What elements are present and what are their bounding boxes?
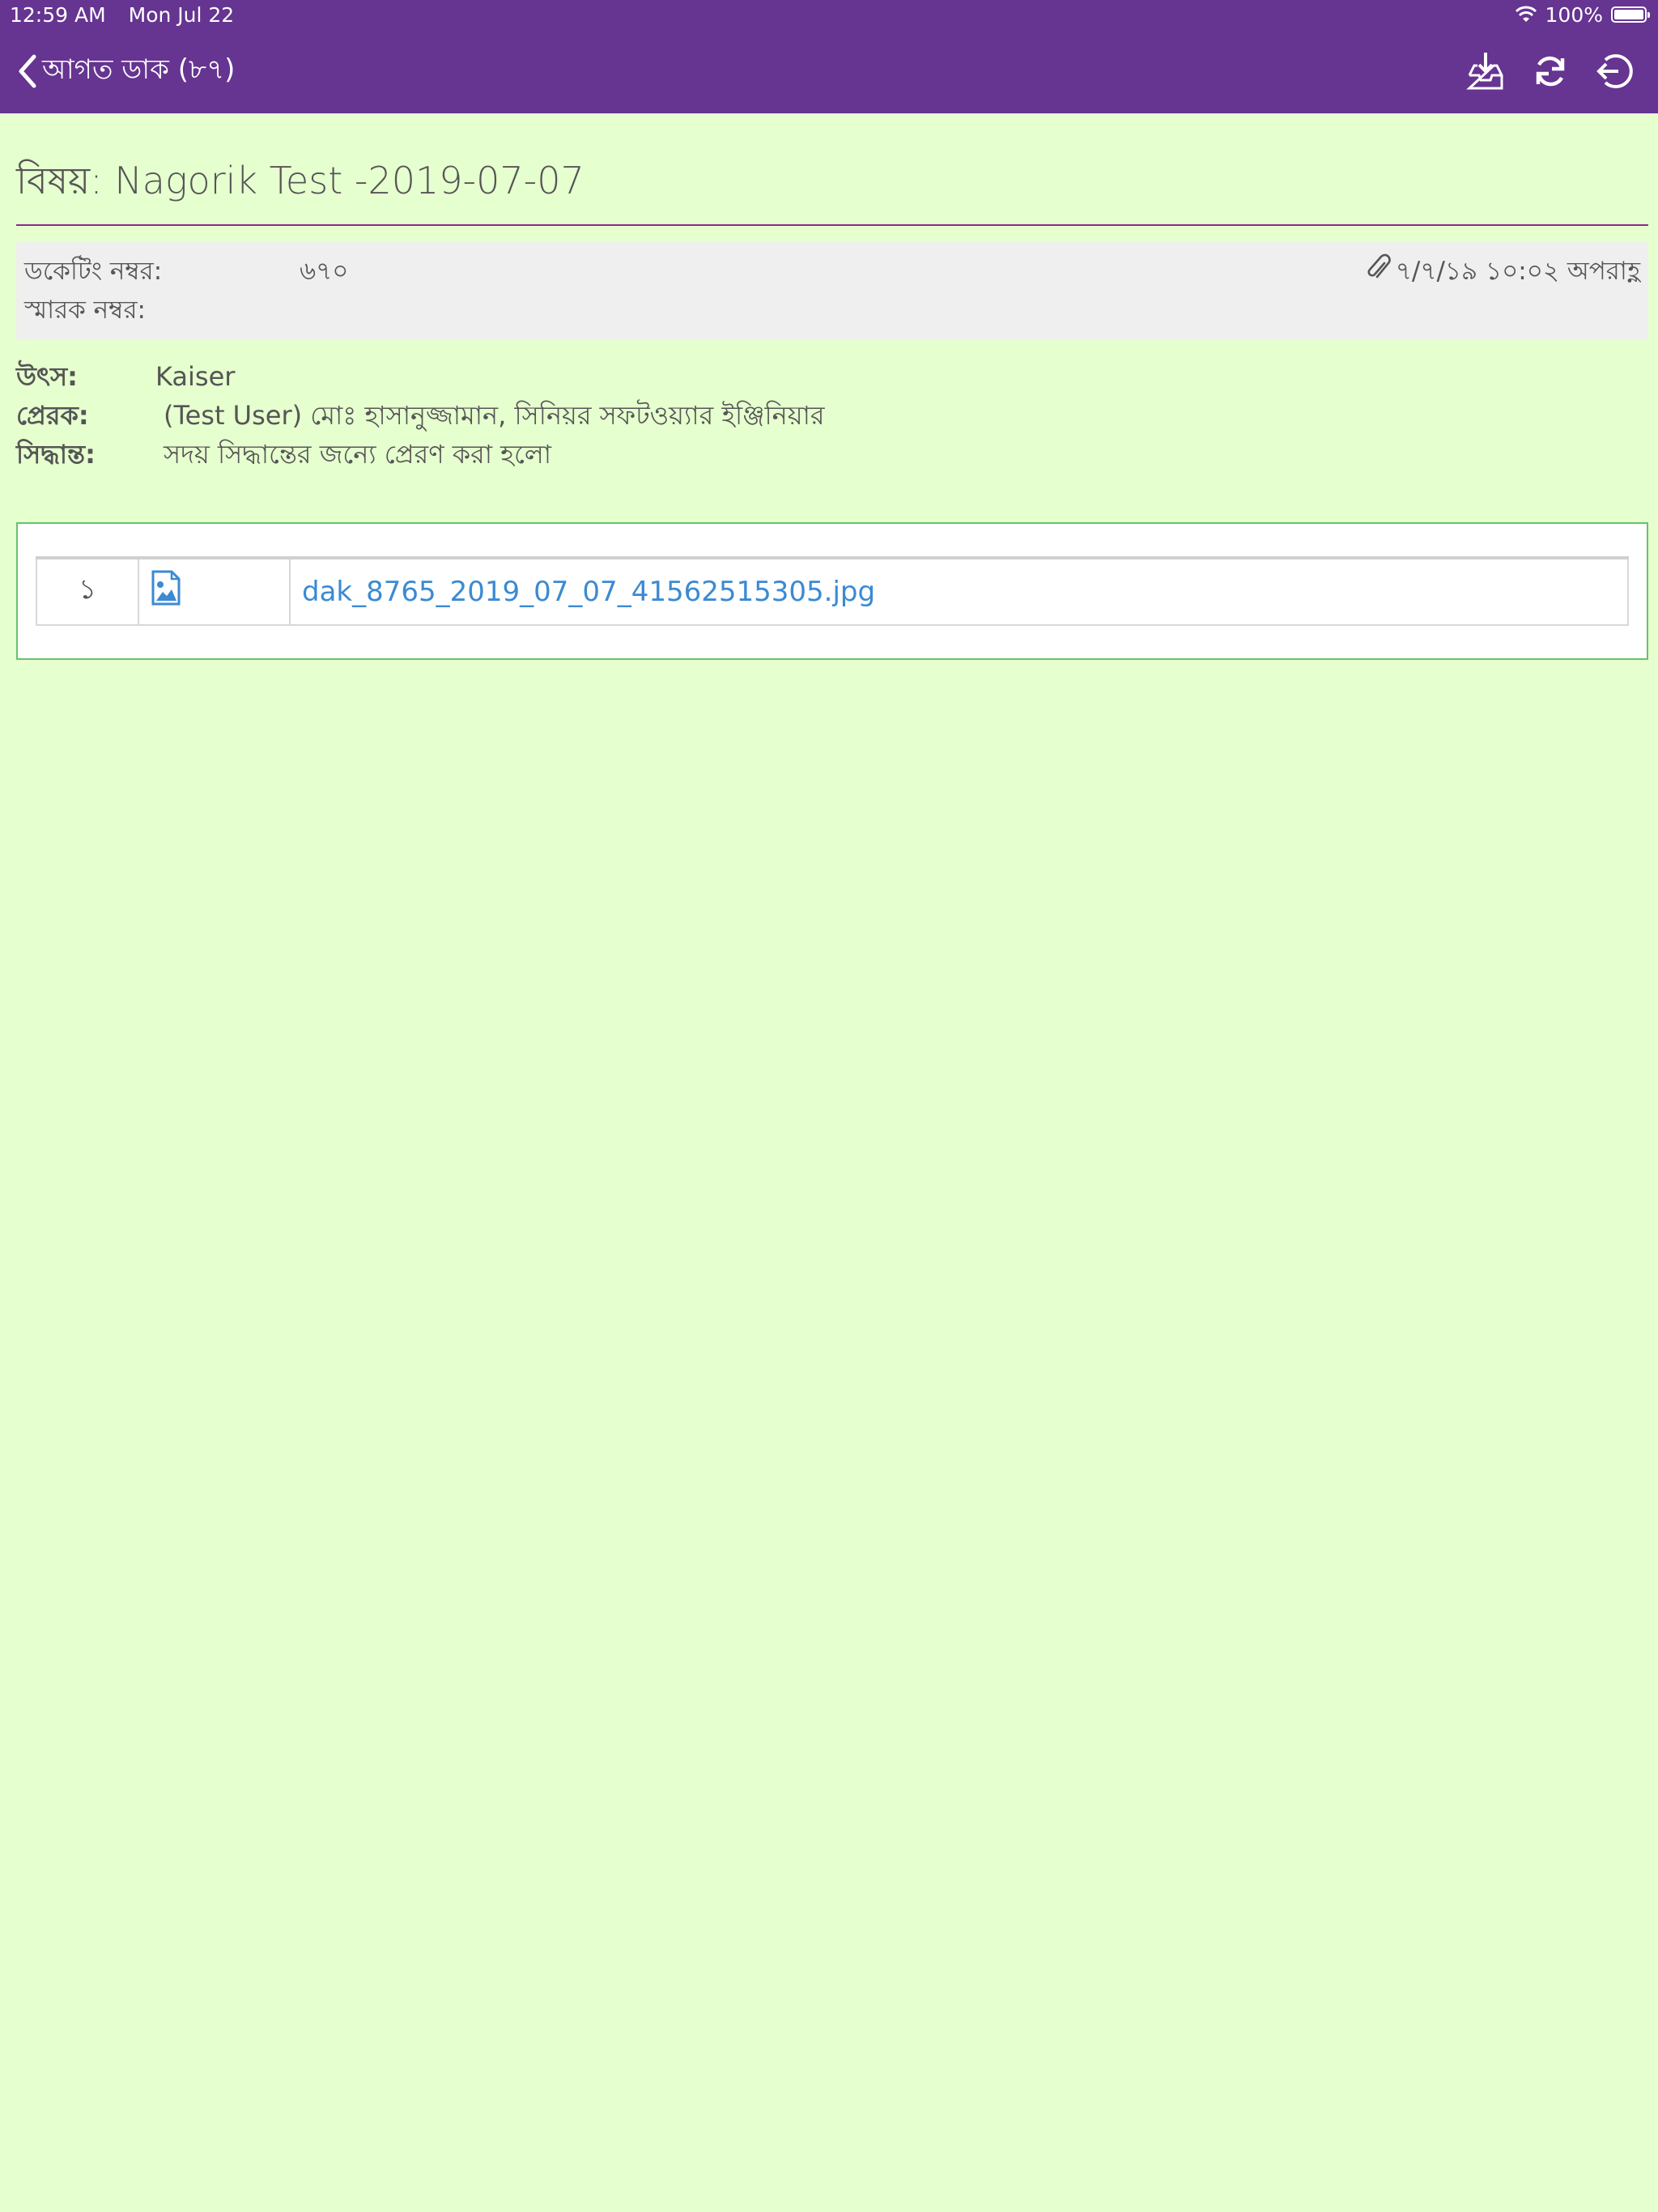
meta-right: ৭/৭/১৯ ১০:০২ অপরাহ্ণ: [1367, 252, 1640, 330]
decision-row: সিদ্ধান্ত: সদয় সিদ্ধান্তের জন্যে প্রেরণ…: [16, 435, 1648, 474]
battery-icon: [1611, 6, 1650, 23]
status-left: 12:59 AM Mon Jul 22: [10, 3, 250, 27]
nav-bar: আগত ডাক (৮৭): [0, 29, 1658, 113]
meta-left: ডকেটিং নম্বর: ৬৭০ স্মারক নম্বর:: [24, 252, 348, 330]
divider: [16, 223, 1648, 226]
attachments-table: ১ dak_8765_2019_07_07_41562515305.jpg: [36, 555, 1629, 626]
sender-label: প্রেরক:: [16, 399, 89, 431]
status-time: 12:59 AM: [10, 2, 106, 27]
chevron-left-icon: [19, 54, 36, 88]
back-button[interactable]: আগত ডাক (৮৭): [16, 49, 235, 95]
attachments-panel: ১ dak_8765_2019_07_07_41562515305.jpg: [16, 521, 1648, 660]
docketing-row: ডকেটিং নম্বর: ৬৭০: [24, 252, 348, 291]
battery-percent: 100%: [1545, 2, 1603, 27]
source-label: উৎস:: [16, 360, 78, 392]
nav-actions: [1465, 51, 1635, 91]
attachment-link[interactable]: dak_8765_2019_07_07_41562515305.jpg: [289, 556, 1629, 626]
sender-value: (Test User) মোঃ হাসানুজ্জামান, সিনিয়র স…: [164, 399, 825, 431]
attachment-icon-cell: [138, 556, 291, 626]
wifi-icon: [1515, 6, 1537, 22]
status-bar: 12:59 AM Mon Jul 22 100%: [0, 0, 1658, 29]
main-content: বিষয়: Nagorik Test -2019-07-07 ডকেটিং ন…: [0, 160, 1658, 660]
docketing-value: ৬৭০: [300, 256, 349, 286]
subject-title: বিষয়: Nagorik Test -2019-07-07: [16, 159, 585, 202]
refresh-button[interactable]: [1530, 51, 1571, 91]
inbox-download-icon: [1466, 53, 1503, 90]
meta-datetime: ৭/৭/১৯ ১০:০২ অপরাহ্ণ: [1395, 256, 1640, 286]
status-date: Mon Jul 22: [128, 2, 235, 27]
logout-button[interactable]: [1595, 51, 1635, 91]
decision-value: সদয় সিদ্ধান্তের জন্যে প্রেরণ করা হলো: [164, 438, 551, 470]
meta-box: ডকেটিং নম্বর: ৬৭০ স্মারক নম্বর: ৭/৭/১৯ ১…: [16, 241, 1648, 339]
decision-label: সিদ্ধান্ত:: [16, 438, 96, 470]
attachment-index: ১: [36, 556, 139, 626]
sender-row: প্রেরক: (Test User) মোঃ হাসানুজ্জামান, স…: [16, 396, 1648, 435]
docketing-label: ডকেটিং নম্বর:: [24, 256, 163, 286]
image-file-icon[interactable]: [151, 570, 181, 606]
source-value: Kaiser: [155, 360, 236, 392]
memo-label: স্মারক নম্বর:: [24, 295, 146, 325]
source-row: উৎস: Kaiser: [16, 357, 1648, 396]
refresh-icon: [1536, 56, 1565, 87]
logout-icon: [1596, 54, 1633, 88]
inbox-download-button[interactable]: [1465, 51, 1506, 91]
memo-row: স্মারক নম্বর:: [24, 291, 348, 330]
table-row[interactable]: ১ dak_8765_2019_07_07_41562515305.jpg: [36, 556, 1629, 626]
status-right: 100%: [1515, 2, 1650, 27]
paperclip-icon: [1367, 253, 1391, 278]
back-label: আগত ডাক (৮৭): [42, 53, 236, 86]
info-section: উৎস: Kaiser প্রেরক: (Test User) মোঃ হাসা…: [16, 357, 1648, 474]
